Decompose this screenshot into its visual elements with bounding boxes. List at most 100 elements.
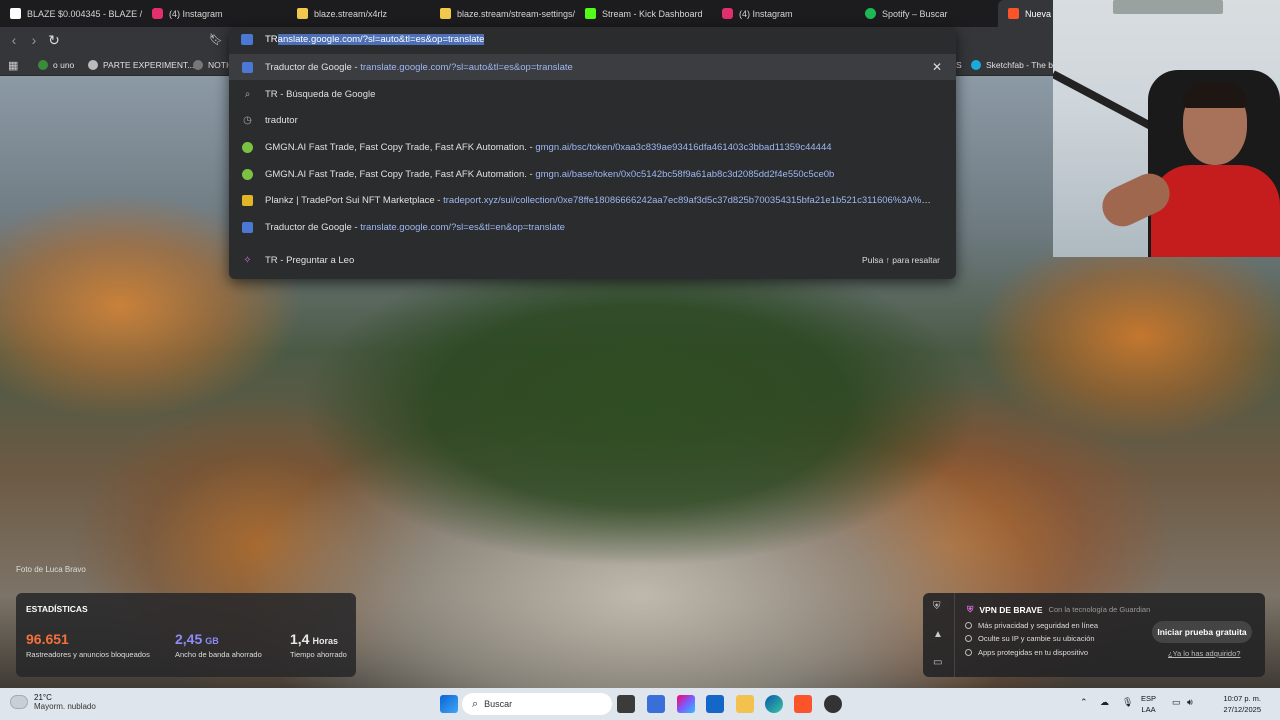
site-icon (193, 60, 203, 70)
network-icon[interactable]: ☁ (1100, 697, 1109, 708)
edge-icon[interactable] (765, 695, 783, 713)
chevron-up-icon[interactable]: ⌃ (1080, 697, 1088, 708)
history-icon: ◷ (243, 114, 252, 126)
tab-instagram-2[interactable]: (4) Instagram (712, 0, 855, 27)
card-icon[interactable]: ▭ (933, 657, 942, 668)
globe-icon (88, 60, 98, 70)
blaze-icon (10, 8, 21, 19)
vpn-feature: Más privacidad y seguridad en línea (965, 621, 1098, 630)
mic-icon[interactable]: 🎙︎ (1122, 697, 1133, 708)
suggestion-row[interactable]: GMGN.AI Fast Trade, Fast Copy Trade, Fas… (229, 134, 956, 160)
bookmark-o-uno[interactable]: o uno (38, 57, 74, 73)
typed-text: TR (265, 34, 278, 45)
weather-desc: Mayorm. nublado (34, 702, 96, 711)
suggestion-row[interactable]: Plankz | TradePort Sui NFT Marketplace -… (229, 187, 956, 213)
store-icon[interactable] (706, 695, 724, 713)
red-shirt (1151, 165, 1280, 257)
instagram-icon (722, 8, 733, 19)
suggestion-title: TR - Preguntar a Leo (265, 254, 355, 266)
copilot-icon[interactable] (677, 695, 695, 713)
check-icon (965, 635, 972, 642)
shelf (1113, 0, 1223, 14)
back-button[interactable]: ‹ (5, 31, 23, 49)
suggestion-row[interactable]: Traductor de Google - translate.google.c… (229, 54, 956, 80)
instagram-icon (152, 8, 163, 19)
address-input[interactable]: TRanslate.google.com/?sl=auto&tl=es&op=t… (265, 34, 485, 45)
translate-icon (242, 61, 253, 73)
suggestion-url: gmgn.ai/base/token/0x0c5142bc58f9a61ab8c… (535, 168, 835, 180)
tab-blaze-price[interactable]: BLAZE $0.004345 - BLAZE / US (0, 0, 142, 27)
input-language[interactable]: ESP LAA (1141, 693, 1156, 715)
vpn-icon[interactable]: ▲ (933, 629, 943, 640)
tab-blaze-stream[interactable]: blaze.stream/x4rlz (287, 0, 430, 27)
tab-kick-dashboard[interactable]: Stream - Kick Dashboard (575, 0, 712, 27)
photo-credit[interactable]: Foto de Luca Bravo (16, 565, 86, 574)
stat-label: Tiempo ahorrado (290, 650, 347, 659)
feature-text: Más privacidad y seguridad en línea (978, 621, 1099, 630)
stat-value: 1,4 (290, 631, 310, 647)
suggestion-row[interactable]: ✧ TR - Preguntar a Leo Pulsa ↑ para resa… (229, 247, 956, 273)
sketchfab-icon (971, 60, 981, 70)
lang-code: ESP (1141, 694, 1157, 703)
bookmark-icon[interactable]: 🔖︎ (207, 31, 225, 49)
suggestion-row[interactable]: GMGN.AI Fast Trade, Fast Copy Trade, Fas… (229, 161, 956, 187)
start-trial-button[interactable]: Iniciar prueba gratuita (1152, 621, 1252, 643)
obs-icon[interactable] (824, 695, 842, 713)
weather-temp: 21°C (34, 693, 52, 702)
widget-side-nav: ⛨ ▲ ▭ (923, 593, 955, 677)
suggestion-row[interactable]: ⌕ TR - Búsqueda de Google (229, 81, 956, 107)
tab-blaze-settings[interactable]: blaze.stream/stream-settings/ (430, 0, 575, 27)
suggestion-title: Plankz | TradePort Sui NFT Marketplace (265, 194, 435, 206)
omnibox-dropdown: TRanslate.google.com/?sl=auto&tl=es&op=t… (229, 27, 956, 279)
forward-button[interactable]: › (25, 31, 43, 49)
gmgn-icon (242, 141, 253, 153)
snipping-icon[interactable] (647, 695, 665, 713)
stat-label: Ancho de banda ahorrado (175, 650, 262, 659)
tab-new-page[interactable]: Nueva pe (998, 0, 1058, 27)
weather-widget[interactable]: 21°C Mayorm. nublado (10, 693, 96, 711)
close-icon[interactable]: ✕ (932, 60, 942, 74)
suggestion-separator: - (351, 61, 361, 73)
monitor-icon[interactable]: ▭ (1172, 697, 1181, 708)
tab-instagram[interactable]: (4) Instagram (142, 0, 287, 27)
suggestion-row[interactable]: ◷ tradutor (229, 107, 956, 133)
blaze-icon (297, 8, 308, 19)
tab-spotify[interactable]: Spotify – Buscar (855, 0, 995, 27)
task-view-icon[interactable] (617, 695, 635, 713)
suggestion-title: GMGN.AI Fast Trade, Fast Copy Trade, Fas… (265, 141, 527, 153)
bookmark-sketchfab[interactable]: Sketchfab - The be (971, 57, 1058, 73)
stats-title: ESTADÍSTICAS (26, 604, 88, 614)
webcam-overlay (1053, 0, 1280, 257)
brave-icon (1008, 8, 1019, 19)
gmgn-icon (242, 168, 253, 180)
autocomplete-selection: anslate.google.com/?sl=auto&tl=es&op=tra… (277, 34, 485, 45)
clock[interactable]: 10:07 p. m. 27/12/2025 (1205, 693, 1261, 715)
speaker-icon[interactable]: 🔊︎ (1187, 697, 1193, 708)
shield-icon[interactable]: ⛨ (933, 601, 941, 612)
stat-unit: GB (205, 636, 219, 646)
taskbar-search[interactable]: ⌕ Buscar (462, 693, 612, 715)
suggestion-url: gmgn.ai/bsc/token/0xaa3c839ae93416dfa461… (535, 141, 832, 153)
bookmark-label: Sketchfab - The be (986, 60, 1058, 70)
already-purchased-link[interactable]: ¿Ya lo has adquirido? (1168, 649, 1240, 658)
check-icon (965, 649, 972, 656)
clock-date: 27/12/2025 (1223, 705, 1261, 714)
apps-grid-icon[interactable]: ▦ (8, 57, 18, 73)
vpn-header: ⛨ VPN DE BRAVE Con la tecnología de Guar… (967, 604, 1150, 615)
folder-icon[interactable] (736, 695, 754, 713)
address-bar[interactable]: TRanslate.google.com/?sl=auto&tl=es&op=t… (229, 27, 956, 53)
tab-label: (4) Instagram (169, 8, 223, 19)
suggestion-title: GMGN.AI Fast Trade, Fast Copy Trade, Fas… (265, 168, 527, 180)
feature-text: Oculte su IP y cambie su ubicación (978, 634, 1095, 643)
bookmark-parte-experiment[interactable]: PARTE EXPERIMENT... (88, 57, 194, 73)
translate-icon (242, 221, 253, 233)
reload-button[interactable]: ↻ (45, 31, 63, 49)
tradeport-icon (242, 194, 253, 206)
bookmark-s[interactable]: S (956, 57, 962, 73)
start-button[interactable] (440, 695, 458, 713)
suggestion-row[interactable]: Traductor de Google - translate.google.c… (229, 214, 956, 240)
brave-icon[interactable] (794, 695, 812, 713)
keyboard-hint: Pulsa ↑ para resaltar (862, 255, 940, 265)
vpn-feature: Oculte su IP y cambie su ubicación (965, 634, 1095, 643)
vpn-feature: Apps protegidas en tu dispositivo (965, 648, 1088, 657)
